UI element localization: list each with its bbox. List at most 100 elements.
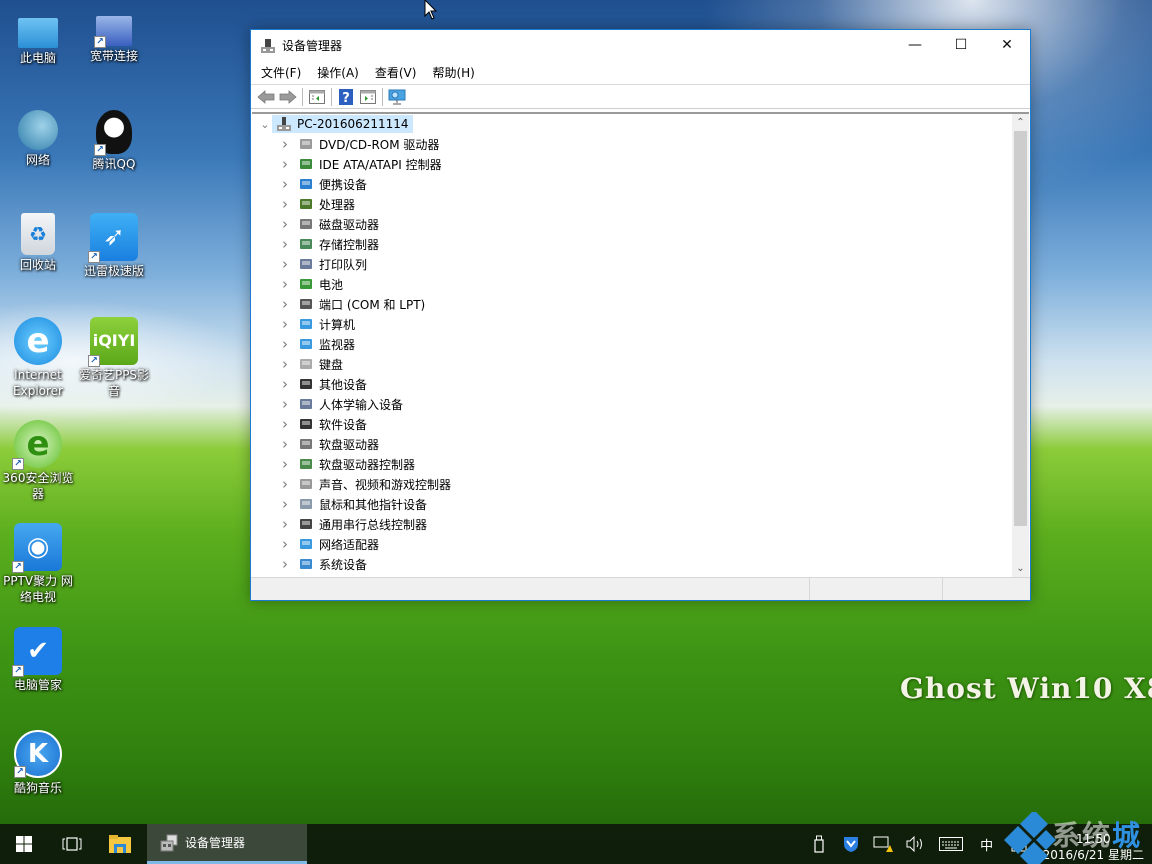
tree-item[interactable]: › IDE ATA/ATAPI 控制器 [252, 154, 1029, 174]
tree-item[interactable]: › 鼠标和其他指针设备 [252, 494, 1029, 514]
expand-chevron-icon[interactable]: › [278, 355, 292, 373]
scroll-thumb[interactable] [1014, 131, 1027, 526]
volume-tray-icon[interactable] [899, 824, 931, 864]
desktop-icon-network[interactable]: 网络 [0, 110, 76, 168]
desktop-icon-this-pc[interactable]: 此电脑 [0, 8, 76, 66]
tree-item[interactable]: › 计算机 [252, 314, 1029, 334]
expand-chevron-icon[interactable]: › [278, 435, 292, 453]
collapse-chevron-icon[interactable]: ⌄ [258, 118, 272, 131]
expand-chevron-icon[interactable]: › [278, 195, 292, 213]
other-devices-icon [298, 376, 314, 392]
desktop-icon-label: 360安全浏览器 [2, 471, 74, 501]
toolbar-separator [331, 87, 332, 106]
expand-chevron-icon[interactable]: › [278, 315, 292, 333]
expand-chevron-icon[interactable]: › [278, 375, 292, 393]
desktop-icon-qq[interactable]: ↗ 腾讯QQ [76, 110, 152, 172]
desktop-icon-xunlei[interactable]: ➶ ↗ 迅雷极速版 [76, 213, 152, 279]
start-button[interactable] [0, 824, 48, 864]
action-pane-button[interactable] [357, 87, 379, 107]
desktop-icon-kugou-music[interactable]: K ↗ 酷狗音乐 [0, 730, 76, 796]
show-hide-console-tree-button[interactable] [306, 87, 328, 107]
tree-item[interactable]: › 声音、视频和游戏控制器 [252, 474, 1029, 494]
brand-text: 系统 [1052, 819, 1113, 852]
tree-item[interactable]: › 打印队列 [252, 254, 1029, 274]
tree-item[interactable]: › 软件设备 [252, 414, 1029, 434]
disk-drive-icon [298, 216, 314, 232]
title-bar[interactable]: 设备管理器 — ☐ ✕ [251, 30, 1030, 61]
expand-chevron-icon[interactable]: › [278, 335, 292, 353]
file-explorer-button[interactable] [96, 824, 144, 864]
tree-item[interactable]: › 磁盘驱动器 [252, 214, 1029, 234]
tree-item-label: 软盘驱动器控制器 [319, 457, 416, 472]
tree-item[interactable]: › 监视器 [252, 334, 1029, 354]
tree-item[interactable]: › DVD/CD-ROM 驱动器 [252, 134, 1029, 154]
menu-file[interactable]: 文件(F) [253, 64, 309, 81]
expand-chevron-icon[interactable]: › [278, 235, 292, 253]
touch-keyboard-tray-icon[interactable] [931, 824, 971, 864]
task-view-button[interactable] [48, 824, 96, 864]
network-warning-tray-icon[interactable] [867, 824, 899, 864]
desktop-icon-pc-manager[interactable]: ✔ ↗ 电脑管家 [0, 627, 76, 693]
tree-item[interactable]: › 人体学输入设备 [252, 394, 1029, 414]
expand-chevron-icon[interactable]: › [278, 275, 292, 293]
input-mode-label: 中 [980, 838, 994, 854]
desktop-icon-iqiyi-pps[interactable]: iQIYI ↗ 爱奇艺PPS影音 [76, 317, 152, 399]
tree-item[interactable]: › 电池 [252, 274, 1029, 294]
expand-chevron-icon[interactable]: › [278, 135, 292, 153]
desktop-icon-360-browser[interactable]: e ↗ 360安全浏览器 [0, 420, 76, 502]
desktop-icon-broadband-connection[interactable]: ↗ 宽带连接 [76, 8, 152, 64]
scroll-down-button[interactable]: ⌄ [1012, 560, 1029, 577]
help-icon: ? [339, 88, 353, 105]
forward-arrow-icon [279, 89, 297, 104]
tree-item[interactable]: › 其他设备 [252, 374, 1029, 394]
expand-chevron-icon[interactable]: › [278, 415, 292, 433]
menu-view[interactable]: 查看(V) [367, 64, 425, 81]
back-arrow-icon [257, 89, 275, 104]
maximize-button[interactable]: ☐ [938, 30, 984, 60]
expand-chevron-icon[interactable]: › [278, 295, 292, 313]
back-button[interactable] [255, 87, 277, 107]
help-button[interactable]: ? [335, 87, 357, 107]
tree-item[interactable]: › 软盘驱动器 [252, 434, 1029, 454]
tree-item[interactable]: › 端口 (COM 和 LPT) [252, 294, 1029, 314]
expand-chevron-icon[interactable]: › [278, 395, 292, 413]
expand-chevron-icon[interactable]: › [278, 535, 292, 553]
expand-chevron-icon[interactable]: › [278, 515, 292, 533]
scroll-up-button[interactable]: ⌃ [1012, 114, 1029, 131]
expand-chevron-icon[interactable]: › [278, 215, 292, 233]
pc-manager-tray-icon[interactable] [835, 824, 867, 864]
desktop-icon-internet-explorer[interactable]: e Internet Explorer [0, 317, 76, 399]
menu-action[interactable]: 操作(A) [309, 64, 367, 81]
tree-item-label: 声音、视频和游戏控制器 [319, 477, 452, 492]
desktop-icon-label: 腾讯QQ [92, 157, 136, 171]
expand-chevron-icon[interactable]: › [278, 495, 292, 513]
close-button[interactable]: ✕ [984, 30, 1030, 60]
expand-chevron-icon[interactable]: › [278, 175, 292, 193]
wallpaper-watermark: Ghost Win10 X86 [900, 672, 1152, 705]
tree-root[interactable]: ⌄ PC-201606211114 [252, 114, 1029, 134]
tree-item[interactable]: › 软盘驱动器控制器 [252, 454, 1029, 474]
tree-item[interactable]: › 存储控制器 [252, 234, 1029, 254]
hid-icon [298, 396, 314, 412]
tree-item[interactable]: › 通用串行总线控制器 [252, 514, 1029, 534]
tree-item[interactable]: › 系统设备 [252, 554, 1029, 574]
scan-hardware-button[interactable] [386, 87, 408, 107]
tree-item[interactable]: › 处理器 [252, 194, 1029, 214]
minimize-button[interactable]: — [892, 30, 938, 60]
expand-chevron-icon[interactable]: › [278, 155, 292, 173]
expand-chevron-icon[interactable]: › [278, 475, 292, 493]
tree-item[interactable]: › 便携设备 [252, 174, 1029, 194]
desktop-icon-pptv[interactable]: ◉ ↗ PPTV聚力 网络电视 [0, 523, 76, 605]
expand-chevron-icon[interactable]: › [278, 255, 292, 273]
tree-item[interactable]: › 网络适配器 [252, 534, 1029, 554]
expand-chevron-icon[interactable]: › [278, 455, 292, 473]
expand-chevron-icon[interactable]: › [278, 555, 292, 573]
tree-item[interactable]: › 键盘 [252, 354, 1029, 374]
desktop-icon-recycle-bin[interactable]: ♻ 回收站 [0, 213, 76, 273]
vertical-scrollbar[interactable]: ⌃ ⌄ [1012, 114, 1029, 577]
forward-button[interactable] [277, 87, 299, 107]
menu-help[interactable]: 帮助(H) [424, 64, 482, 81]
usb-tray-icon[interactable] [803, 824, 835, 864]
taskbar-app-device-manager[interactable]: 设备管理器 [147, 824, 307, 864]
windows-logo-icon [16, 836, 32, 852]
